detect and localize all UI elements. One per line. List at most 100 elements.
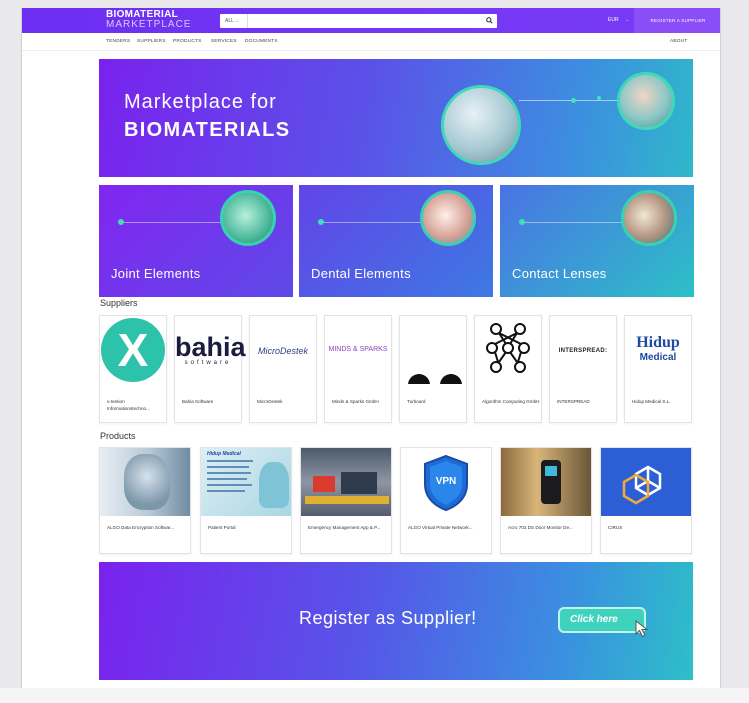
supplier-logo: X bbox=[100, 316, 166, 384]
site-logo[interactable]: BIOMATERIAL MARKETPLACE bbox=[106, 10, 191, 30]
nav-tenders[interactable]: TENDERS bbox=[106, 33, 130, 51]
search-button[interactable] bbox=[481, 14, 497, 28]
click-here-button[interactable]: Click here bbox=[558, 607, 646, 633]
supplier-card[interactable]: X x-tention Informationstechno... bbox=[99, 315, 167, 423]
search-scope-select[interactable]: ALL ⌄ bbox=[220, 14, 248, 28]
product-image bbox=[501, 448, 591, 516]
supplier-logo bbox=[475, 316, 541, 384]
nav-about[interactable]: ABOUT bbox=[670, 33, 688, 51]
currency-select[interactable]: EUR bbox=[608, 8, 619, 33]
logo-line-2: MARKETPLACE bbox=[106, 19, 192, 30]
supplier-name: MicroDestek bbox=[257, 399, 283, 404]
supplier-name: INTERSPREAD bbox=[557, 399, 590, 404]
hero-connector-line bbox=[519, 100, 619, 101]
hero-title-line-2: BIOMATERIALS bbox=[124, 119, 291, 141]
search-scope-value: ALL bbox=[225, 18, 234, 24]
product-card[interactable]: ALGO Data Encryption Softwar... bbox=[99, 447, 191, 554]
category-connector-line bbox=[522, 222, 622, 223]
category-joint-elements[interactable]: Joint Elements bbox=[99, 185, 293, 297]
hero-glove-image bbox=[617, 72, 675, 130]
supplier-logo-text: bahia bbox=[175, 332, 246, 362]
supplier-name: x-tention Informationstechno... bbox=[107, 399, 150, 411]
supplier-logo bbox=[400, 316, 466, 384]
register-banner: Register as Supplier! Click here bbox=[99, 562, 693, 680]
chevron-down-icon: ⌄ bbox=[235, 18, 240, 24]
category-name: Dental Elements bbox=[311, 266, 411, 281]
hero-dot bbox=[571, 98, 576, 103]
register-supplier-button[interactable]: REGISTER A SUPPLIER bbox=[634, 8, 720, 33]
hero-banner: Marketplace for BIOMATERIALS bbox=[99, 59, 693, 177]
hero-lab-image bbox=[441, 85, 521, 165]
category-name: Contact Lenses bbox=[512, 266, 607, 281]
category-connector-line bbox=[321, 222, 421, 223]
page-frame: BIOMATERIAL MARKETPLACE ALL ⌄ EUR ⌄ REGI… bbox=[21, 8, 721, 696]
supplier-name: Minds & Sparks GmbH bbox=[332, 399, 379, 404]
product-name: ALGO Data Encryption Softwar... bbox=[107, 525, 175, 530]
supplier-logo-text: Hidup bbox=[636, 334, 680, 351]
network-icon bbox=[486, 323, 530, 373]
supplier-card[interactable]: MINDS & SPARKS Minds & Sparks GmbH bbox=[324, 315, 392, 423]
nav-products[interactable]: PRODUCTS bbox=[173, 33, 202, 51]
supplier-card[interactable]: Algorithm Computing GmbH bbox=[474, 315, 542, 423]
category-dot bbox=[318, 219, 324, 225]
product-name: Patient Portal bbox=[208, 525, 236, 530]
supplier-logo-text: MINDS & SPARKS bbox=[328, 346, 388, 353]
supplier-name: Algorithm Computing GmbH bbox=[482, 399, 540, 404]
nav-documents[interactable]: DOCUMENTS bbox=[245, 33, 278, 51]
nav-services[interactable]: SERVICES bbox=[211, 33, 237, 51]
category-dot bbox=[519, 219, 525, 225]
search-bar: ALL ⌄ bbox=[220, 14, 497, 28]
supplier-logo: MINDS & SPARKS bbox=[325, 316, 391, 384]
supplier-logo-subtext: software bbox=[184, 360, 232, 366]
supplier-name: Bahia Software bbox=[182, 399, 214, 404]
supplier-name: Turboard bbox=[407, 399, 426, 404]
product-image bbox=[100, 448, 190, 516]
top-header: BIOMATERIAL MARKETPLACE ALL ⌄ EUR ⌄ REGI… bbox=[22, 8, 720, 33]
product-card[interactable]: VPN ALGO Virtual Private Network... bbox=[400, 447, 492, 554]
nav-suppliers[interactable]: SUPPLIERS bbox=[137, 33, 166, 51]
page-footer-strip bbox=[0, 688, 749, 703]
product-name: ALGO Virtual Private Network... bbox=[408, 525, 473, 530]
category-dot bbox=[118, 219, 124, 225]
product-image bbox=[301, 448, 391, 516]
product-image: Hidup Medical bbox=[201, 448, 291, 516]
register-banner-text: Register as Supplier! bbox=[299, 608, 477, 628]
category-contact-lenses[interactable]: Contact Lenses bbox=[500, 185, 694, 297]
supplier-logo-text: X bbox=[101, 318, 165, 382]
products-heading: Products bbox=[100, 431, 136, 441]
supplier-card[interactable]: MicroDestek MicroDestek bbox=[249, 315, 317, 423]
search-input[interactable] bbox=[250, 15, 475, 27]
supplier-card[interactable]: Turboard bbox=[399, 315, 467, 423]
supplier-card[interactable]: INTERSPREAD: INTERSPREAD bbox=[549, 315, 617, 423]
eye-image bbox=[621, 190, 677, 246]
supplier-card[interactable]: Hidup Medical Hidup Medical S.L. bbox=[624, 315, 692, 423]
supplier-logo: bahia software bbox=[175, 316, 246, 384]
chevron-down-icon: ⌄ bbox=[625, 17, 630, 23]
supplier-logo: Hidup Medical bbox=[625, 316, 691, 384]
product-card[interactable]: Hidup Medical Patient Portal bbox=[200, 447, 292, 554]
supplier-logo-text: INTERSPREAD: bbox=[558, 348, 608, 354]
supplier-card[interactable]: bahia software Bahia Software bbox=[174, 315, 246, 423]
category-dental-elements[interactable]: Dental Elements bbox=[299, 185, 493, 297]
cube-icon bbox=[622, 465, 662, 505]
supplier-logo: INTERSPREAD: bbox=[550, 316, 616, 384]
product-name: Acro 703 DS Door Monitor De... bbox=[508, 525, 573, 530]
supplier-logo-text: MicroDestek bbox=[257, 346, 308, 356]
product-image: VPN bbox=[401, 448, 491, 516]
hero-dot bbox=[597, 96, 601, 100]
vpn-label: VPN bbox=[435, 476, 457, 487]
dental-image bbox=[420, 190, 476, 246]
main-nav: TENDERS SUPPLIERS PRODUCTS SERVICES DOCU… bbox=[22, 33, 720, 51]
search-icon bbox=[485, 17, 493, 24]
cursor-icon bbox=[635, 620, 649, 638]
hero-title-line-1: Marketplace for bbox=[124, 91, 277, 113]
supplier-logo-subtext: Medical bbox=[639, 352, 677, 363]
product-card[interactable]: Emergency Management App & P... bbox=[300, 447, 392, 554]
category-connector-line bbox=[121, 222, 221, 223]
product-image bbox=[601, 448, 691, 516]
product-card[interactable]: CIRUS bbox=[600, 447, 692, 554]
product-card[interactable]: Acro 703 DS Door Monitor De... bbox=[500, 447, 592, 554]
category-name: Joint Elements bbox=[111, 266, 201, 281]
joint-image bbox=[220, 190, 276, 246]
supplier-logo: MicroDestek bbox=[250, 316, 316, 384]
